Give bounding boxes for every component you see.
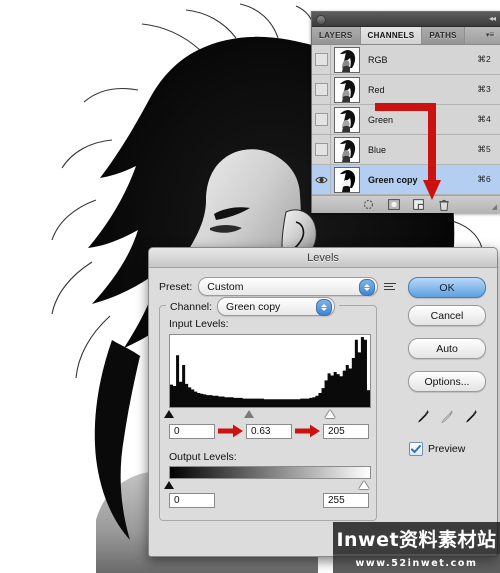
preset-value: Custom	[207, 280, 244, 293]
output-levels-fields: 0 255	[169, 493, 369, 511]
ok-button[interactable]: OK	[408, 277, 486, 298]
channel-row-red[interactable]: Red ⌘3	[312, 75, 500, 105]
channel-thumbnail	[334, 46, 360, 73]
channel-list[interactable]: RGB ⌘2 Red ⌘3 Green ⌘4 Blue ⌘5 Green cop…	[312, 45, 500, 195]
eye-icon[interactable]	[314, 175, 328, 185]
panel-resize-grip[interactable]: ◢	[492, 203, 497, 211]
channel-row-green[interactable]: Green ⌘4	[312, 105, 500, 135]
channel-row-blue[interactable]: Blue ⌘5	[312, 135, 500, 165]
eye-slot-icon	[314, 83, 328, 96]
channel-shortcut: ⌘6	[477, 174, 491, 184]
channel-thumbnail	[334, 166, 360, 193]
input-levels-label: Input Levels:	[169, 318, 229, 330]
channel-name: Red	[368, 84, 385, 95]
output-white-field[interactable]: 255	[323, 493, 369, 508]
levels-group: Channel: Green copy Input Levels: 0 0.63…	[159, 297, 377, 521]
panel-menu-icon[interactable]: ▾≡	[486, 31, 494, 40]
channel-row-green-copy[interactable]: Green copy ⌘6	[312, 165, 500, 195]
options-button[interactable]: Options...	[408, 371, 486, 392]
channel-name: RGB	[368, 54, 388, 65]
visibility-toggle-green[interactable]	[312, 105, 331, 134]
input-slider-track[interactable]	[164, 409, 369, 419]
channel-thumbnail	[334, 106, 360, 133]
channel-value: Green copy	[226, 300, 281, 313]
auto-button[interactable]: Auto	[408, 338, 486, 359]
output-black-slider[interactable]	[164, 481, 174, 489]
output-levels-label: Output Levels:	[169, 451, 237, 463]
output-white-slider[interactable]	[359, 481, 369, 489]
panel-titlebar[interactable]: ◂◂	[312, 12, 500, 27]
levels-dialog[interactable]: Levels Preset: Custom Channel: Green cop…	[148, 247, 498, 557]
black-point-slider[interactable]	[164, 410, 174, 418]
output-slider-track[interactable]	[164, 480, 369, 490]
input-black-field[interactable]: 0	[169, 423, 215, 439]
collapse-panel-icon[interactable]: ◂◂	[489, 15, 496, 23]
channel-shortcut: ⌘3	[477, 84, 491, 94]
chevron-updown-icon[interactable]	[316, 299, 333, 316]
channel-thumbnail	[334, 136, 360, 163]
eye-slot-icon	[314, 53, 328, 66]
channel-label: Channel:	[170, 300, 213, 313]
visibility-toggle-red[interactable]	[312, 75, 331, 104]
histogram-plot	[170, 337, 370, 407]
load-channel-as-selection-icon[interactable]	[363, 199, 375, 211]
channels-panel[interactable]: ◂◂ LAYERS CHANNELS PATHS ▾≡ RGB ⌘2 Red ⌘…	[311, 11, 500, 213]
dialog-body: Preset: Custom Channel: Green copy Input…	[149, 268, 497, 521]
eyedropper-group	[416, 409, 479, 427]
preview-checkbox-row[interactable]: Preview	[409, 442, 465, 456]
visibility-toggle-blue[interactable]	[312, 135, 331, 164]
chevron-updown-icon[interactable]	[359, 279, 376, 296]
delete-channel-icon[interactable]	[438, 199, 450, 211]
red-arrow-white	[295, 424, 320, 438]
eye-slot-icon	[314, 113, 328, 126]
channels-panel-footer[interactable]: ◢	[312, 195, 500, 213]
watermark-url: www.52inwet.com	[333, 554, 500, 573]
channel-row: Channel: Green copy	[166, 297, 340, 316]
watermark: Inwet资料素材站 www.52inwet.com	[333, 522, 500, 573]
set-gray-point-eyedropper-icon[interactable]	[440, 409, 455, 427]
tab-channels[interactable]: CHANNELS	[360, 27, 423, 44]
input-levels-fields: 0 0.63 205	[169, 422, 369, 440]
white-point-slider[interactable]	[324, 410, 335, 418]
eye-slot-icon	[314, 143, 328, 156]
panel-tab-bar[interactable]: LAYERS CHANNELS PATHS ▾≡	[312, 27, 500, 45]
watermark-title: Inwet资料素材站	[333, 522, 500, 554]
set-white-point-eyedropper-icon[interactable]	[464, 409, 479, 427]
save-selection-as-channel-icon[interactable]	[387, 199, 400, 211]
visibility-toggle-green-copy[interactable]	[312, 165, 331, 194]
channel-name: Green copy	[368, 174, 418, 185]
channel-shortcut: ⌘4	[477, 114, 491, 124]
channel-dropdown[interactable]: Green copy	[217, 297, 336, 316]
preset-options-icon[interactable]	[384, 280, 398, 293]
output-gradient-bar	[169, 466, 371, 479]
set-black-point-eyedropper-icon[interactable]	[416, 409, 431, 427]
preset-label: Preset:	[159, 280, 193, 293]
histogram	[169, 334, 371, 408]
channel-shortcut: ⌘5	[477, 144, 491, 154]
channel-row-rgb[interactable]: RGB ⌘2	[312, 45, 500, 75]
input-white-field[interactable]: 205	[323, 423, 369, 439]
tab-layers[interactable]: LAYERS	[312, 27, 361, 44]
channel-thumbnail	[334, 76, 360, 103]
tab-paths[interactable]: PATHS	[422, 27, 465, 44]
channel-shortcut: ⌘2	[477, 54, 491, 64]
red-arrow-gamma	[218, 424, 243, 438]
preview-checkbox[interactable]	[409, 442, 423, 456]
gamma-slider[interactable]	[244, 410, 255, 418]
dialog-button-column: OK Cancel Auto Options... Preview	[407, 277, 487, 456]
preset-dropdown[interactable]: Custom	[198, 277, 379, 296]
preview-label: Preview	[428, 443, 466, 455]
output-black-field[interactable]: 0	[169, 493, 215, 508]
dialog-title: Levels	[149, 248, 497, 268]
panel-dot-icon	[316, 15, 326, 25]
create-new-channel-icon[interactable]	[413, 199, 425, 211]
input-gamma-field[interactable]: 0.63	[246, 423, 292, 439]
channel-name: Blue	[368, 144, 387, 155]
cancel-button[interactable]: Cancel	[408, 305, 486, 326]
channel-name: Green	[368, 114, 394, 125]
visibility-toggle-rgb[interactable]	[312, 45, 331, 74]
